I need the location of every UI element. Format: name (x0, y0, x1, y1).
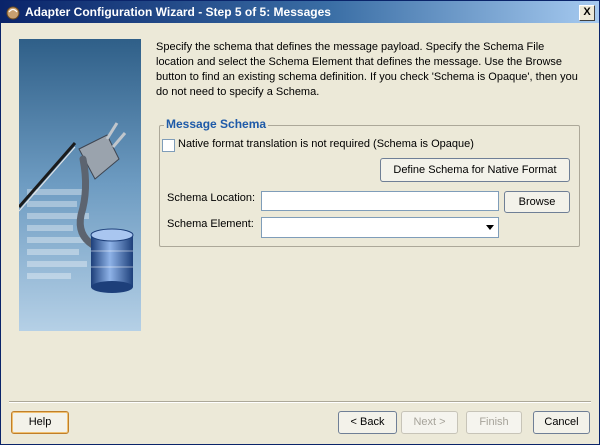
adapter-plug-illustration (19, 39, 141, 331)
finish-label: Finish (479, 416, 509, 428)
help-label: Help (28, 416, 52, 428)
wizard-illustration (19, 39, 141, 331)
schema-opaque-label[interactable]: Native format translation is not require… (178, 138, 474, 150)
schema-location-input[interactable] (261, 191, 499, 211)
back-label: < Back (350, 416, 385, 428)
close-button[interactable]: X (579, 5, 595, 21)
next-button[interactable]: Next > (401, 411, 458, 434)
wizard-window: Adapter Configuration Wizard - Step 5 of… (0, 0, 600, 445)
browse-button[interactable]: Browse (504, 191, 570, 213)
help-button[interactable]: Help (11, 411, 69, 434)
schema-opaque-checkbox[interactable] (162, 139, 175, 152)
window-title: Adapter Configuration Wizard - Step 5 of… (25, 5, 331, 19)
close-icon: X (583, 6, 591, 18)
footer-separator (9, 401, 591, 403)
back-button[interactable]: < Back (338, 411, 397, 434)
schema-location-label: Schema Location: (167, 192, 256, 204)
title-bar[interactable]: Adapter Configuration Wizard - Step 5 of… (1, 1, 599, 23)
define-schema-button[interactable]: Define Schema for Native Format (380, 158, 570, 182)
message-schema-title: Message Schema (164, 117, 269, 131)
define-schema-label: Define Schema for Native Format (393, 164, 557, 176)
intro-text: Specify the schema that defines the mess… (156, 41, 578, 98)
cancel-button[interactable]: Cancel (533, 411, 590, 434)
browse-label: Browse (518, 196, 556, 208)
cancel-label: Cancel (544, 416, 579, 428)
next-label: Next > (413, 416, 446, 428)
schema-element-label: Schema Element: (167, 218, 254, 230)
schema-element-dropdown[interactable] (261, 217, 499, 238)
chevron-down-icon[interactable] (486, 225, 494, 230)
finish-button[interactable]: Finish (466, 411, 522, 434)
app-icon (6, 6, 20, 20)
